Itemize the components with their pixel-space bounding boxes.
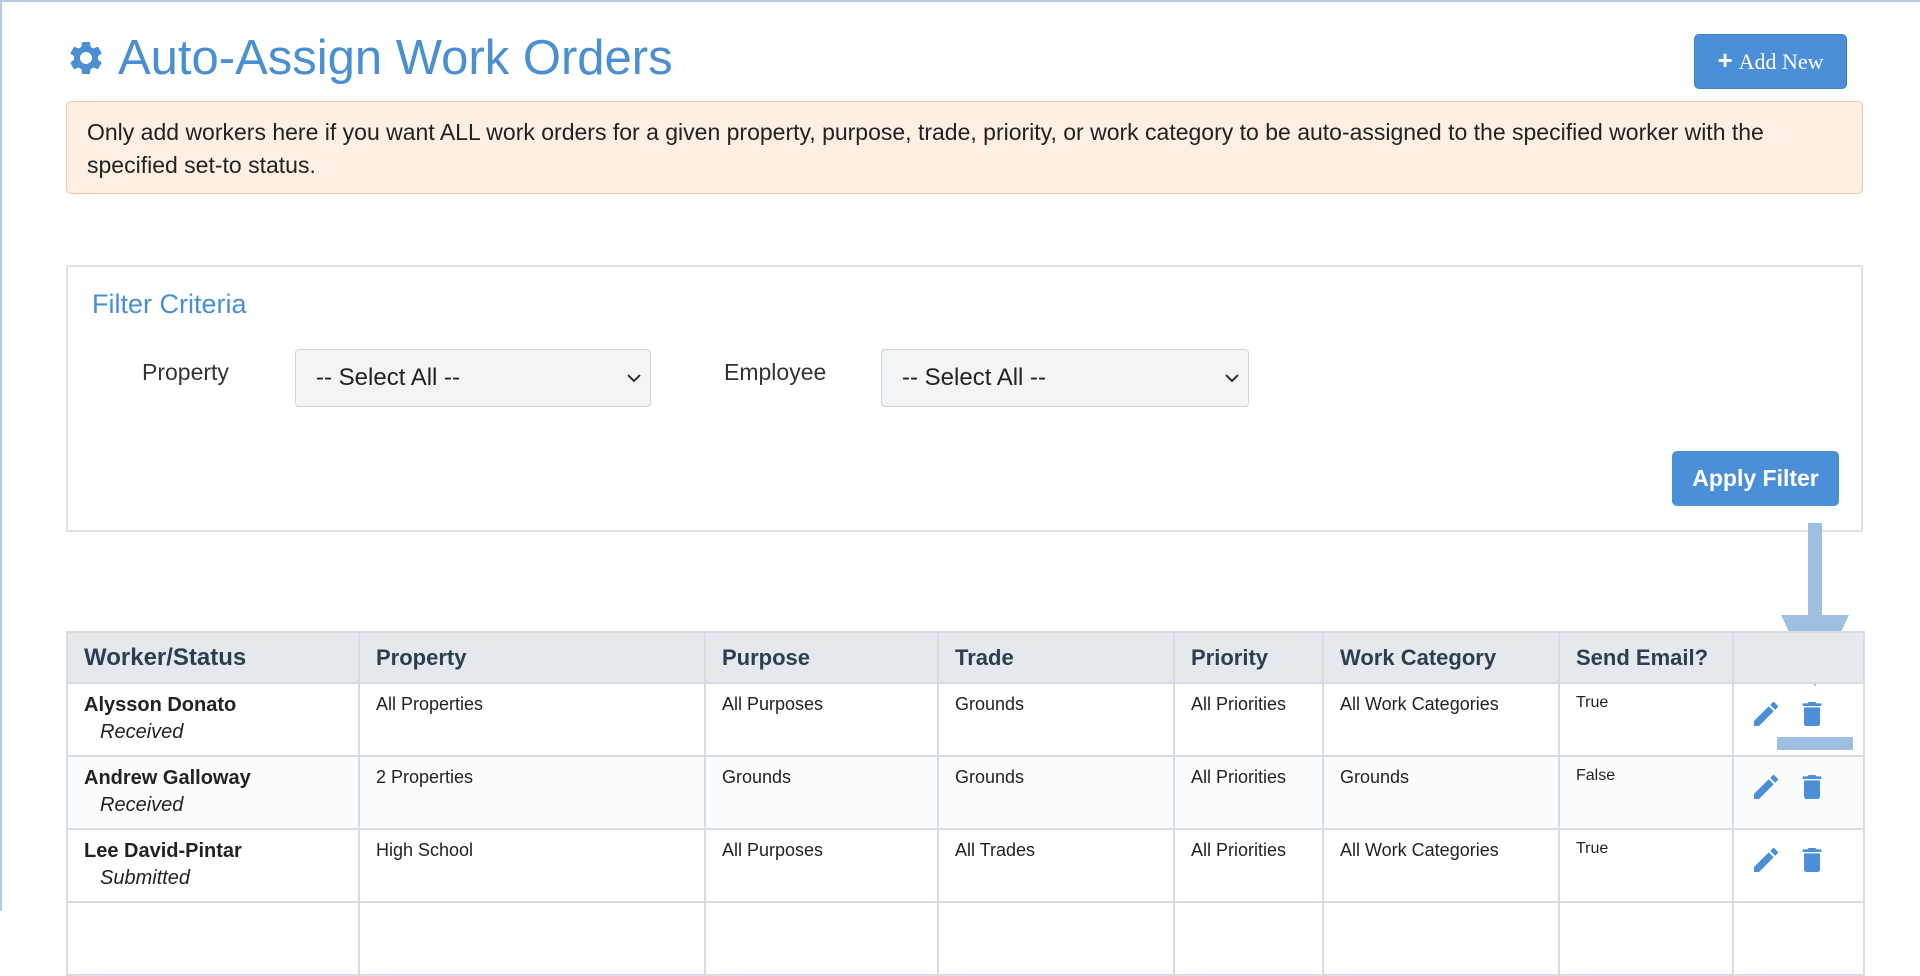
empty-cell: [1558, 901, 1734, 976]
column-header-property[interactable]: Property: [358, 631, 706, 684]
chevron-down-icon: [1225, 374, 1239, 383]
add-new-label: Add New: [1738, 48, 1824, 74]
empty-cell: [358, 901, 706, 976]
plus-icon: +: [1717, 44, 1733, 75]
empty-cell: [937, 901, 1175, 976]
left-border: [0, 0, 2, 911]
send-email-cell: True: [1558, 682, 1734, 757]
filter-panel: Filter Criteria Property -- Select All -…: [66, 265, 1863, 532]
send-email-cell: True: [1558, 828, 1734, 903]
info-alert: Only add workers here if you want ALL wo…: [66, 101, 1863, 194]
send-email-cell: False: [1558, 755, 1734, 830]
column-header-trade[interactable]: Trade: [937, 631, 1175, 684]
top-border: [0, 0, 1920, 2]
work-category-cell: All Work Categories: [1322, 682, 1560, 757]
filter-title: Filter Criteria: [92, 289, 247, 319]
property-cell: High School: [358, 828, 706, 903]
pencil-icon[interactable]: [1750, 698, 1782, 730]
table-row: Lee David-Pintar Submitted High School A…: [66, 828, 1865, 903]
worker-name: Andrew Galloway: [84, 767, 251, 789]
worker-name: Alysson Donato: [84, 694, 237, 716]
trade-cell: Grounds: [937, 682, 1175, 757]
property-select-value: -- Select All --: [316, 364, 461, 391]
empty-cell: [1732, 901, 1865, 976]
info-alert-text: Only add workers here if you want ALL wo…: [87, 119, 1764, 178]
worker-status-cell: Lee David-Pintar Submitted: [66, 828, 360, 903]
table-row: Andrew Galloway Received 2 Properties Gr…: [66, 755, 1865, 830]
table-header-row: Worker/Status Property Purpose Trade Pri…: [66, 631, 1865, 684]
trash-icon[interactable]: [1796, 844, 1828, 876]
column-header-send-email[interactable]: Send Email?: [1558, 631, 1734, 684]
empty-cell: [1322, 901, 1560, 976]
column-header-work-category[interactable]: Work Category: [1322, 631, 1560, 684]
column-header-actions: [1732, 631, 1865, 684]
trash-icon[interactable]: [1796, 698, 1828, 730]
worker-name: Lee David-Pintar: [84, 840, 242, 862]
auto-assign-table: Worker/Status Property Purpose Trade Pri…: [66, 631, 1865, 976]
column-header-worker-status[interactable]: Worker/Status: [66, 631, 360, 684]
worker-status-cell: Alysson Donato Received: [66, 682, 360, 757]
purpose-cell: All Purposes: [704, 828, 939, 903]
priority-cell: All Priorities: [1173, 682, 1324, 757]
work-category-cell: All Work Categories: [1322, 828, 1560, 903]
trash-icon[interactable]: [1796, 771, 1828, 803]
property-cell: 2 Properties: [358, 755, 706, 830]
employee-select[interactable]: -- Select All --: [881, 349, 1249, 407]
actions-cell: [1732, 828, 1865, 903]
worker-status: Submitted: [100, 867, 191, 889]
table-row: [66, 901, 1865, 976]
empty-cell: [1173, 901, 1324, 976]
trade-cell: Grounds: [937, 755, 1175, 830]
add-new-button[interactable]: + Add New: [1694, 34, 1847, 89]
property-cell: All Properties: [358, 682, 706, 757]
worker-status-cell: Andrew Galloway Received: [66, 755, 360, 830]
apply-filter-button[interactable]: Apply Filter: [1672, 451, 1839, 506]
property-select[interactable]: -- Select All --: [295, 349, 651, 407]
column-header-priority[interactable]: Priority: [1173, 631, 1324, 684]
priority-cell: All Priorities: [1173, 828, 1324, 903]
empty-cell: [704, 901, 939, 976]
empty-cell: [66, 901, 360, 976]
employee-select-value: -- Select All --: [902, 364, 1047, 391]
gear-icon: [70, 41, 102, 74]
property-label: Property: [142, 359, 229, 385]
worker-status: Received: [100, 721, 184, 743]
work-category-cell: Grounds: [1322, 755, 1560, 830]
page-title-text: Auto-Assign Work Orders: [118, 31, 673, 85]
actions-cell: [1732, 755, 1865, 830]
chevron-down-icon: [627, 374, 641, 383]
priority-cell: All Priorities: [1173, 755, 1324, 830]
table-row: Alysson Donato Received All Properties A…: [66, 682, 1865, 757]
annotation-arrow-shaft: [1808, 523, 1822, 618]
worker-status: Received: [100, 794, 184, 816]
pencil-icon[interactable]: [1750, 771, 1782, 803]
page-title: Auto-Assign Work Orders: [66, 28, 673, 88]
pencil-icon[interactable]: [1750, 844, 1782, 876]
actions-cell: [1732, 682, 1865, 757]
trade-cell: All Trades: [937, 828, 1175, 903]
column-header-purpose[interactable]: Purpose: [704, 631, 939, 684]
purpose-cell: Grounds: [704, 755, 939, 830]
employee-label: Employee: [724, 359, 827, 385]
purpose-cell: All Purposes: [704, 682, 939, 757]
